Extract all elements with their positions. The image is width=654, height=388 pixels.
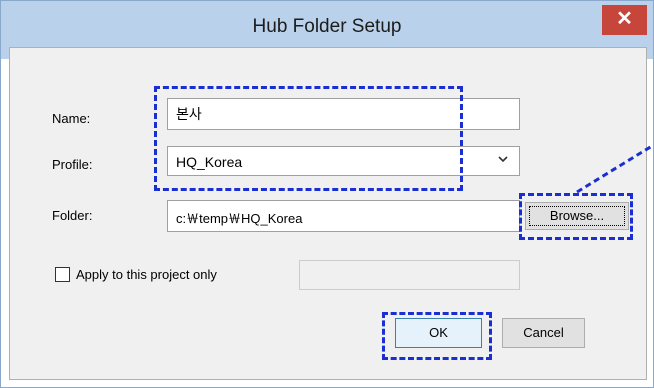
cancel-button-label: Cancel [523,325,564,340]
apply-project-label: Apply to this project only [76,267,217,282]
name-profile-highlight [154,86,463,191]
browse-highlight [519,193,633,240]
folder-input[interactable]: c:￦temp￦HQ_Korea [167,200,520,232]
apply-project-checkbox[interactable] [55,267,70,282]
close-button[interactable]: ✕ [602,5,647,35]
profile-label: Profile: [52,157,93,172]
name-label: Name: [52,111,91,126]
cancel-button[interactable]: Cancel [502,318,585,348]
close-icon: ✕ [616,8,633,30]
chevron-down-icon [497,152,509,169]
ok-highlight [382,312,492,360]
project-name-field [299,260,520,290]
folder-input-value: c:￦temp￦HQ_Korea [176,211,303,226]
folder-label: Folder: [52,208,93,223]
dialog-title: Hub Folder Setup [252,16,402,37]
